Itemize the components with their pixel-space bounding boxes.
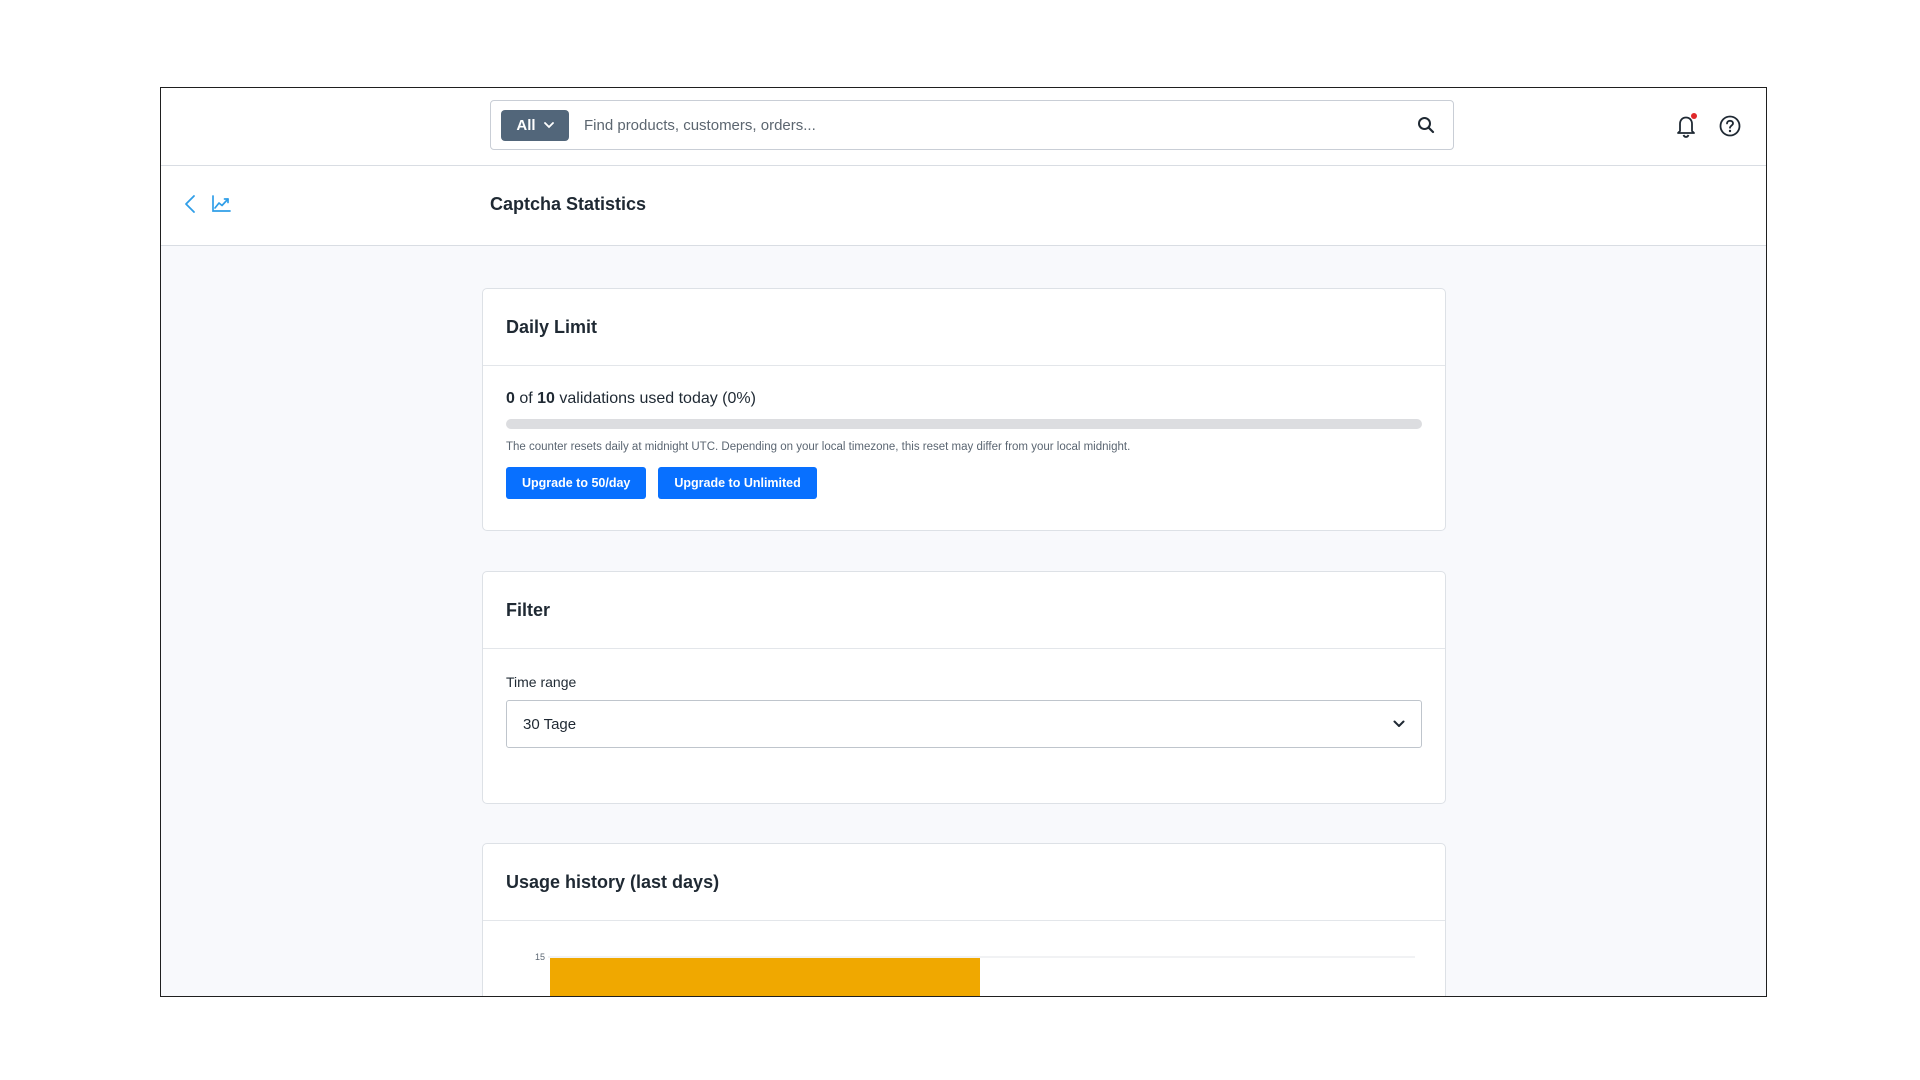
usage-chart-svg: 15	[535, 952, 1415, 996]
filter-card: Filter Time range 30 Tage	[482, 571, 1446, 804]
help-button[interactable]	[1717, 113, 1743, 139]
used-count: 0	[506, 390, 515, 407]
chart-bar	[550, 958, 980, 996]
notifications-button[interactable]	[1673, 113, 1699, 139]
usage-progress-bar	[506, 419, 1422, 429]
usage-suffix: validations used today (0%)	[559, 390, 756, 407]
usage-summary: 0 of 10 validations used today (0%)	[506, 388, 1422, 410]
usage-history-card: Usage history (last days) 15	[482, 843, 1446, 996]
statistics-button[interactable]	[210, 193, 232, 215]
page-title: Captcha Statistics	[490, 194, 647, 214]
daily-limit-card: Daily Limit 0 of 10 validations used tod…	[482, 288, 1446, 531]
usage-history-chart: 15	[483, 921, 1445, 996]
of-text: of	[519, 390, 533, 407]
app-frame: All Find products, customers, orders... …	[160, 87, 1767, 997]
limit-count: 10	[537, 390, 555, 407]
y-tick-label: 15	[535, 952, 545, 962]
global-search: All	[490, 100, 1454, 150]
usage-history-title: Usage history (last days)	[483, 844, 1445, 921]
upgrade-buttons: Upgrade to 50/day Upgrade to Unlimited	[506, 467, 1422, 499]
top-bar: All	[161, 88, 1766, 166]
chevron-left-icon	[185, 195, 195, 213]
search-icon[interactable]	[1414, 113, 1438, 137]
notification-badge-dot	[1691, 113, 1697, 119]
search-input[interactable]	[569, 101, 1414, 149]
time-range-select[interactable]: 30 Tage	[506, 700, 1422, 748]
upgrade-50-button[interactable]: Upgrade to 50/day	[506, 467, 647, 499]
page-header: Captcha Statistics	[161, 166, 1766, 246]
time-range-value: 30 Tage	[523, 715, 577, 733]
time-range-label: Time range	[506, 674, 577, 690]
help-circle-icon	[1719, 115, 1741, 137]
upgrade-unlimited-button[interactable]: Upgrade to Unlimited	[658, 467, 817, 499]
search-scope-dropdown[interactable]: All	[501, 109, 569, 141]
filter-title: Filter	[483, 572, 1445, 649]
reset-hint: The counter resets daily at midnight UTC…	[506, 441, 1131, 453]
search-scope-label: All	[516, 116, 536, 134]
line-chart-icon	[212, 195, 231, 212]
chevron-down-icon	[1393, 720, 1405, 727]
topbar-actions	[1673, 113, 1743, 139]
page-header-actions	[179, 193, 232, 215]
back-button[interactable]	[179, 193, 201, 215]
chevron-down-icon	[543, 121, 554, 128]
daily-limit-title: Daily Limit	[483, 289, 1445, 366]
